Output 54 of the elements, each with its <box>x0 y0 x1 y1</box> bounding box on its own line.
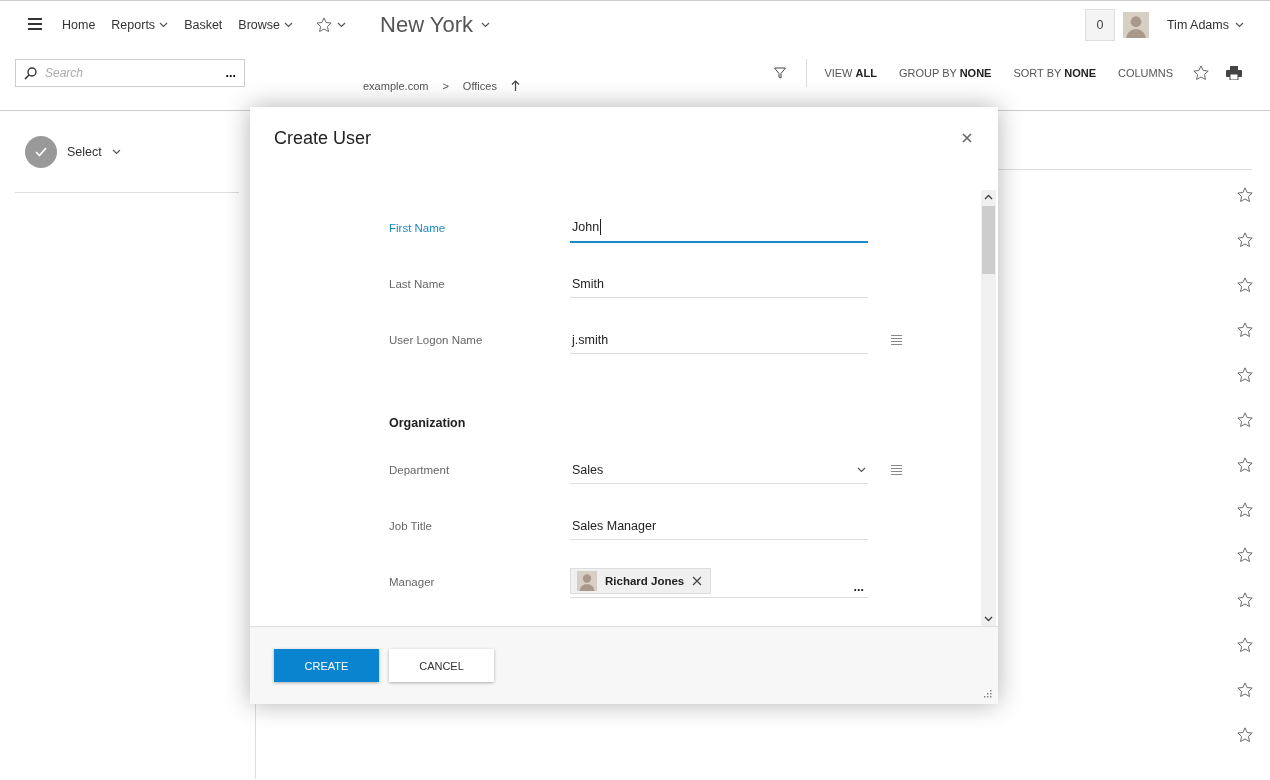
nav-link[interactable]: Basket <box>176 18 231 32</box>
dialog-title: Create User <box>274 127 372 149</box>
search-field[interactable]: Search ... <box>15 59 245 87</box>
chevron-down-icon <box>337 22 347 28</box>
nav-link[interactable]: Home <box>54 18 104 32</box>
chevron-down-icon <box>1235 22 1244 28</box>
field-label: First Name <box>389 222 447 234</box>
dialog-button[interactable]: CANCEL <box>389 649 494 682</box>
field-label: Last Name <box>389 278 446 290</box>
chevron-down-icon <box>111 148 121 155</box>
field-label: Department <box>389 464 451 476</box>
star-icon <box>315 16 334 34</box>
field-label: Job Title <box>389 520 433 532</box>
location-selector[interactable]: New York <box>374 11 496 39</box>
user-avatar <box>1122 12 1149 38</box>
remove-icon[interactable] <box>692 576 703 586</box>
text-field[interactable]: Smith <box>570 270 868 298</box>
text-field[interactable]: j.smith <box>570 326 868 354</box>
more-button[interactable]: ... <box>225 66 236 80</box>
text-field[interactable]: Sales Manager <box>570 512 868 540</box>
more-button[interactable]: ... <box>853 580 864 594</box>
search-icon <box>24 66 37 80</box>
toolbar-button[interactable]: GROUP BY NONE <box>887 67 1003 79</box>
chevron-down-icon <box>159 22 169 28</box>
person-chip[interactable]: Richard Jones <box>570 568 712 594</box>
select-menu[interactable]: Select <box>25 135 121 168</box>
user-menu[interactable]: Tim Adams <box>1160 17 1250 33</box>
chevron-down-icon <box>857 466 866 473</box>
check-icon <box>25 135 57 168</box>
chevron-down-icon <box>284 22 294 28</box>
dropdown-field[interactable]: Sales <box>570 456 868 484</box>
person-avatar <box>577 571 597 591</box>
scrollbar[interactable] <box>981 190 996 626</box>
resize-grip-icon[interactable] <box>983 689 992 698</box>
toolbar-button[interactable]: VIEW ALL <box>813 67 888 79</box>
chevron-down-icon <box>481 22 490 28</box>
scrollbar-thumb[interactable] <box>982 206 995 274</box>
breadcrumb-link[interactable]: Offices <box>462 80 497 92</box>
section-heading: Organization <box>389 415 467 432</box>
toolbar-button[interactable]: COLUMNS <box>1107 67 1184 79</box>
text-field[interactable]: John <box>570 213 868 243</box>
people-picker-field[interactable]: Richard Jones ... <box>570 566 868 598</box>
list-icon[interactable] <box>890 335 902 345</box>
field-label: User Logon Name <box>389 334 484 346</box>
up-arrow-icon[interactable] <box>510 80 520 91</box>
dialog-button[interactable]: CREATE <box>274 649 379 682</box>
notification-count[interactable]: 0 <box>1084 9 1115 41</box>
breadcrumb-link[interactable]: example.com <box>363 80 429 92</box>
nav-link[interactable]: Browse <box>230 18 302 32</box>
breadcrumb-separator: > <box>442 80 449 92</box>
field-label: Manager <box>389 576 436 588</box>
list-icon[interactable] <box>890 465 902 475</box>
toolbar-button[interactable]: SORT BY NONE <box>1002 67 1107 79</box>
nav-link[interactable]: Reports <box>103 18 177 32</box>
